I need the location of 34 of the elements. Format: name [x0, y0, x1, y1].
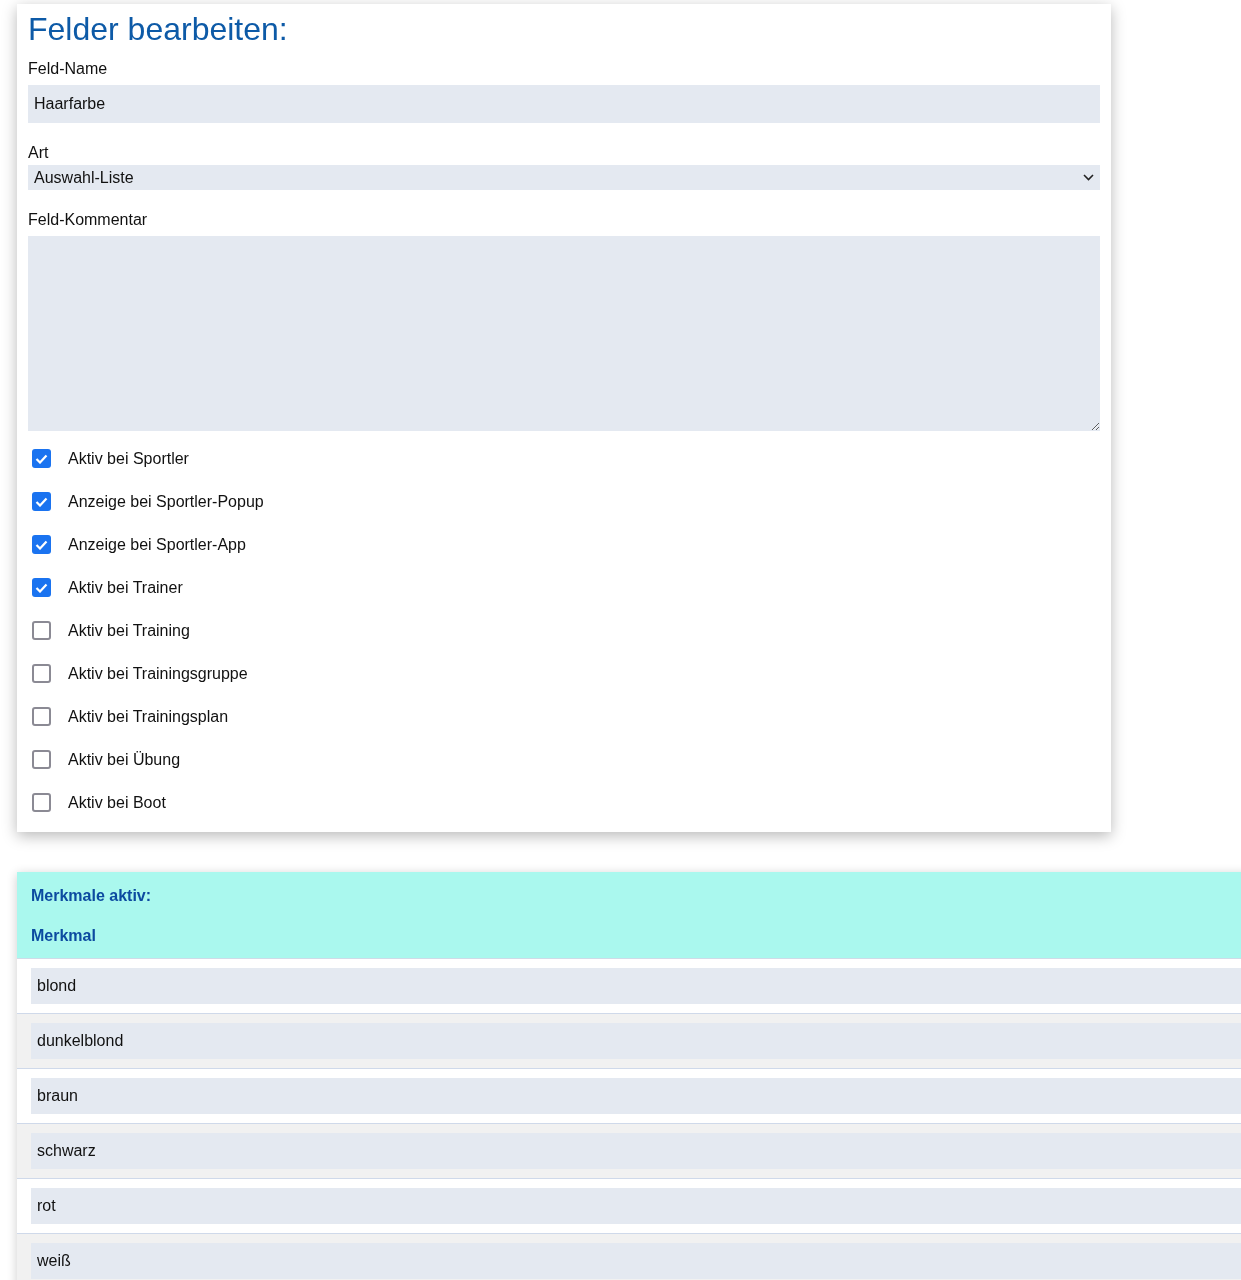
checkbox-label: Aktiv bei Trainingsgruppe	[68, 663, 248, 684]
checkbox-label: Anzeige bei Sportler-Popup	[68, 491, 264, 512]
field-label: Feld-Kommentar	[28, 210, 148, 231]
checkbox-label: Aktiv bei Trainer	[68, 577, 183, 598]
column-header: Merkmal	[31, 926, 96, 947]
value-field[interactable]: dunkelblond	[31, 1023, 1241, 1060]
checkbox[interactable]	[32, 492, 51, 512]
checkbox[interactable]	[32, 664, 51, 684]
checkbox[interactable]	[32, 449, 51, 469]
checkbox-label: Anzeige bei Sportler-App	[68, 534, 246, 555]
value-field[interactable]: weiß	[31, 1243, 1241, 1280]
field-label: Feld-Name	[28, 59, 108, 80]
form-title: Felder bearbeiten:	[28, 12, 289, 48]
checkbox-label: Aktiv bei Sportler	[68, 448, 189, 469]
value-field[interactable]: rot	[31, 1188, 1241, 1225]
checkbox[interactable]	[32, 707, 51, 727]
name-field[interactable]: Haarfarbe	[28, 85, 1100, 124]
checkbox[interactable]	[32, 621, 51, 641]
comment-field[interactable]	[28, 236, 1100, 432]
field-label: Art	[28, 143, 49, 164]
table-title: Merkmale aktiv:	[31, 886, 152, 907]
value-field[interactable]: schwarz	[31, 1133, 1241, 1170]
checkbox-label: Aktiv bei Trainingsplan	[68, 706, 229, 727]
type-select[interactable]: Auswahl-Liste	[28, 165, 1100, 191]
checkbox-label: Aktiv bei Training	[68, 620, 190, 641]
checkbox[interactable]	[32, 535, 51, 555]
checkbox[interactable]	[32, 578, 51, 598]
value-field[interactable]: braun	[31, 1078, 1241, 1115]
checkbox-label: Aktiv bei Übung	[68, 749, 181, 770]
checkbox-label: Aktiv bei Boot	[68, 792, 166, 813]
chevron-down-icon	[1083, 174, 1094, 182]
checkbox[interactable]	[32, 750, 51, 770]
checkbox[interactable]	[32, 793, 51, 813]
value-field[interactable]: blond	[31, 968, 1241, 1005]
